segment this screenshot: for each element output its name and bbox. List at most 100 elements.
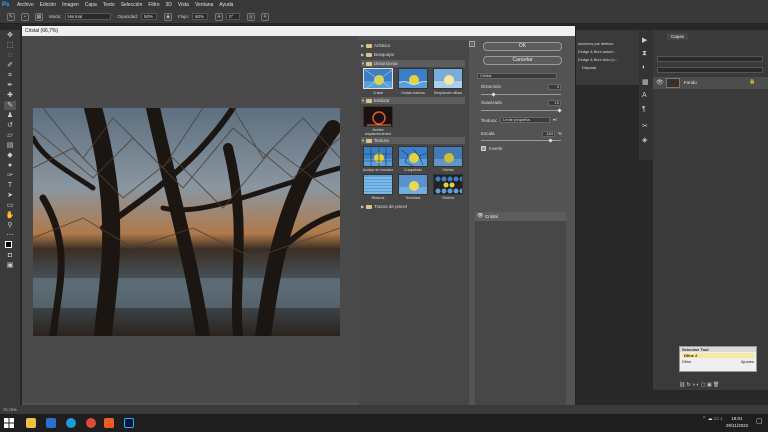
menu-3d[interactable]: 3D	[166, 2, 172, 8]
brave-icon[interactable]	[104, 418, 114, 428]
mail-icon[interactable]	[46, 418, 56, 428]
photoshop-taskbar-icon[interactable]	[124, 418, 134, 428]
symmetry-icon[interactable]: ⚘	[261, 12, 270, 21]
selective-settings[interactable]: Ajustes	[741, 359, 754, 364]
history-icon[interactable]: ⧗	[642, 50, 647, 58]
layers-footer-icons[interactable]: ⛓ fx ◑ ◐ ▢ ▣ 🗑	[679, 382, 719, 388]
tab-layers[interactable]: Capas	[667, 33, 689, 40]
layer-row-fondo[interactable]: 👁 Fondo 🔒	[653, 77, 768, 89]
paragraph-icon[interactable]: ¶	[642, 106, 646, 113]
ok-button[interactable]: OK	[483, 42, 562, 51]
brush-size-icon[interactable]: •	[21, 12, 29, 21]
category-distort[interactable]: ▼ Distorsionar	[361, 60, 465, 67]
toggle-gallery-icon[interactable]: ˄	[469, 41, 475, 47]
mode-select[interactable]: Normal	[64, 13, 111, 20]
eye-icon[interactable]: 👁	[477, 212, 483, 221]
menu-capa[interactable]: Capa	[85, 2, 97, 8]
distortion-slider-knob[interactable]	[491, 92, 496, 97]
windows-start-icon[interactable]	[4, 418, 14, 428]
filter-thumb-bordes-resplandecientes[interactable]	[363, 106, 393, 127]
zoom-tool-icon[interactable]: ⚲	[4, 221, 16, 230]
swatches-icon[interactable]: ▦	[642, 78, 649, 86]
lasso-tool-icon[interactable]: ◌	[4, 51, 16, 60]
filter-thumb-grietas[interactable]	[433, 146, 463, 167]
selective-item[interactable]: Dfine 2	[682, 353, 754, 358]
filter-thumb-vidriera[interactable]	[433, 174, 463, 195]
action-item[interactable]: Disparar	[582, 66, 596, 70]
quick-select-tool-icon[interactable]: ✐	[4, 61, 16, 70]
angle-field[interactable]: 0°	[226, 13, 241, 20]
effect-layer-cristal[interactable]: 👁 Cristal	[475, 212, 566, 221]
category-sketch[interactable]: ▶ Bosquejar	[361, 51, 394, 58]
screen-mode-icon[interactable]: ▣	[4, 261, 16, 270]
pen-tool-icon[interactable]: ✑	[4, 171, 16, 180]
quick-mask-icon[interactable]: ◘	[4, 251, 16, 260]
color-icon[interactable]: ◐	[642, 64, 646, 71]
category-stylize[interactable]: ▼ Estilizar	[361, 97, 465, 104]
edge-icon[interactable]	[66, 418, 76, 428]
brush-settings-icon[interactable]: ▦	[35, 12, 43, 21]
preview-image[interactable]	[33, 108, 340, 336]
dodge-tool-icon[interactable]: ●	[4, 161, 16, 170]
filter-thumb-retazos[interactable]	[363, 174, 393, 195]
filter-thumb-craquelado[interactable]	[398, 146, 428, 167]
path-select-tool-icon[interactable]: ➤	[4, 191, 16, 200]
smoothness-slider[interactable]	[481, 108, 562, 113]
filter-select[interactable]: Cristal	[477, 73, 557, 79]
cancel-button[interactable]: Cancelar	[483, 56, 562, 65]
hand-tool-icon[interactable]: ✋	[4, 211, 16, 220]
photoshop-logo[interactable]: Ps	[2, 1, 13, 9]
shape-tool-icon[interactable]: ▭	[4, 201, 16, 210]
pressure-size-icon[interactable]: ◎	[247, 12, 256, 21]
category-artistic[interactable]: ▶ Artístico	[361, 42, 390, 49]
menu-filtro[interactable]: Filtro	[148, 2, 159, 8]
filter-thumb-ondas-marinas[interactable]	[398, 68, 428, 89]
play-icon[interactable]: ▶	[642, 36, 647, 44]
move-tool-icon[interactable]: ✥	[4, 31, 16, 40]
smoothness-slider-knob[interactable]	[557, 108, 562, 113]
tray-icons[interactable]: ⌃ ☁ ▭ ♪	[702, 416, 723, 422]
notification-icon[interactable]: ▢	[756, 417, 763, 425]
filter-thumb-cristal[interactable]	[363, 68, 393, 89]
distortion-field[interactable]: 3	[548, 84, 561, 90]
menu-vista[interactable]: Vista	[178, 2, 189, 8]
texture-menu-icon[interactable]: ▾≡	[553, 117, 557, 122]
layer-filter-select[interactable]	[657, 56, 763, 62]
chrome-icon[interactable]	[86, 418, 96, 428]
brush-preset-icon[interactable]: ✎	[7, 12, 15, 21]
filter-thumb-texturizar[interactable]	[398, 174, 428, 195]
texture-select[interactable]: Lente pequeña	[500, 117, 550, 123]
stamp-tool-icon[interactable]: ♟	[4, 111, 16, 120]
scale-slider[interactable]	[481, 138, 561, 143]
color-swatches-icon[interactable]	[4, 241, 16, 251]
eraser-tool-icon[interactable]: ▱	[4, 131, 16, 140]
preview-area[interactable]	[22, 36, 359, 403]
scale-field[interactable]: 184	[542, 131, 555, 137]
menu-imagen[interactable]: Imagen	[62, 2, 79, 8]
selective-item-2[interactable]: Dfine	[682, 359, 691, 364]
type-tool-icon[interactable]: T	[4, 181, 16, 190]
menu-archivo[interactable]: Archivo	[17, 2, 34, 8]
character-icon[interactable]: A	[642, 92, 647, 99]
adjustments-icon[interactable]: ◈	[642, 136, 647, 144]
menu-edicion[interactable]: Edición	[40, 2, 56, 8]
filter-thumb-resplandor-difuso[interactable]	[433, 68, 463, 89]
airbrush-icon[interactable]: ✈	[215, 12, 224, 21]
smoothness-field[interactable]: 15	[548, 100, 561, 106]
eye-icon[interactable]: 👁	[656, 79, 664, 86]
invert-checkbox[interactable]: ✓	[481, 146, 486, 151]
status-zoom[interactable]: 75,76%	[3, 407, 17, 412]
more-tools-icon[interactable]: ⋯	[4, 231, 16, 240]
scale-slider-knob[interactable]	[548, 138, 553, 143]
menu-ventana[interactable]: Ventana	[195, 2, 213, 8]
menu-ayuda[interactable]: Ayuda	[219, 2, 233, 8]
brush-tool-icon[interactable]: ✎	[4, 101, 16, 110]
filter-thumb-azulejo-mosaico[interactable]	[363, 146, 393, 167]
action-item[interactable]: Acciones por defecto	[578, 42, 613, 46]
flow-field[interactable]: 60%	[192, 13, 209, 20]
crop-tool-icon[interactable]: ⌗	[4, 71, 16, 80]
gradient-tool-icon[interactable]: ▤	[4, 141, 16, 150]
file-explorer-icon[interactable]	[26, 418, 36, 428]
pressure-opacity-icon[interactable]: ◉	[164, 12, 173, 21]
category-brush-strokes[interactable]: ▶ Trazos de pincel	[361, 203, 407, 210]
